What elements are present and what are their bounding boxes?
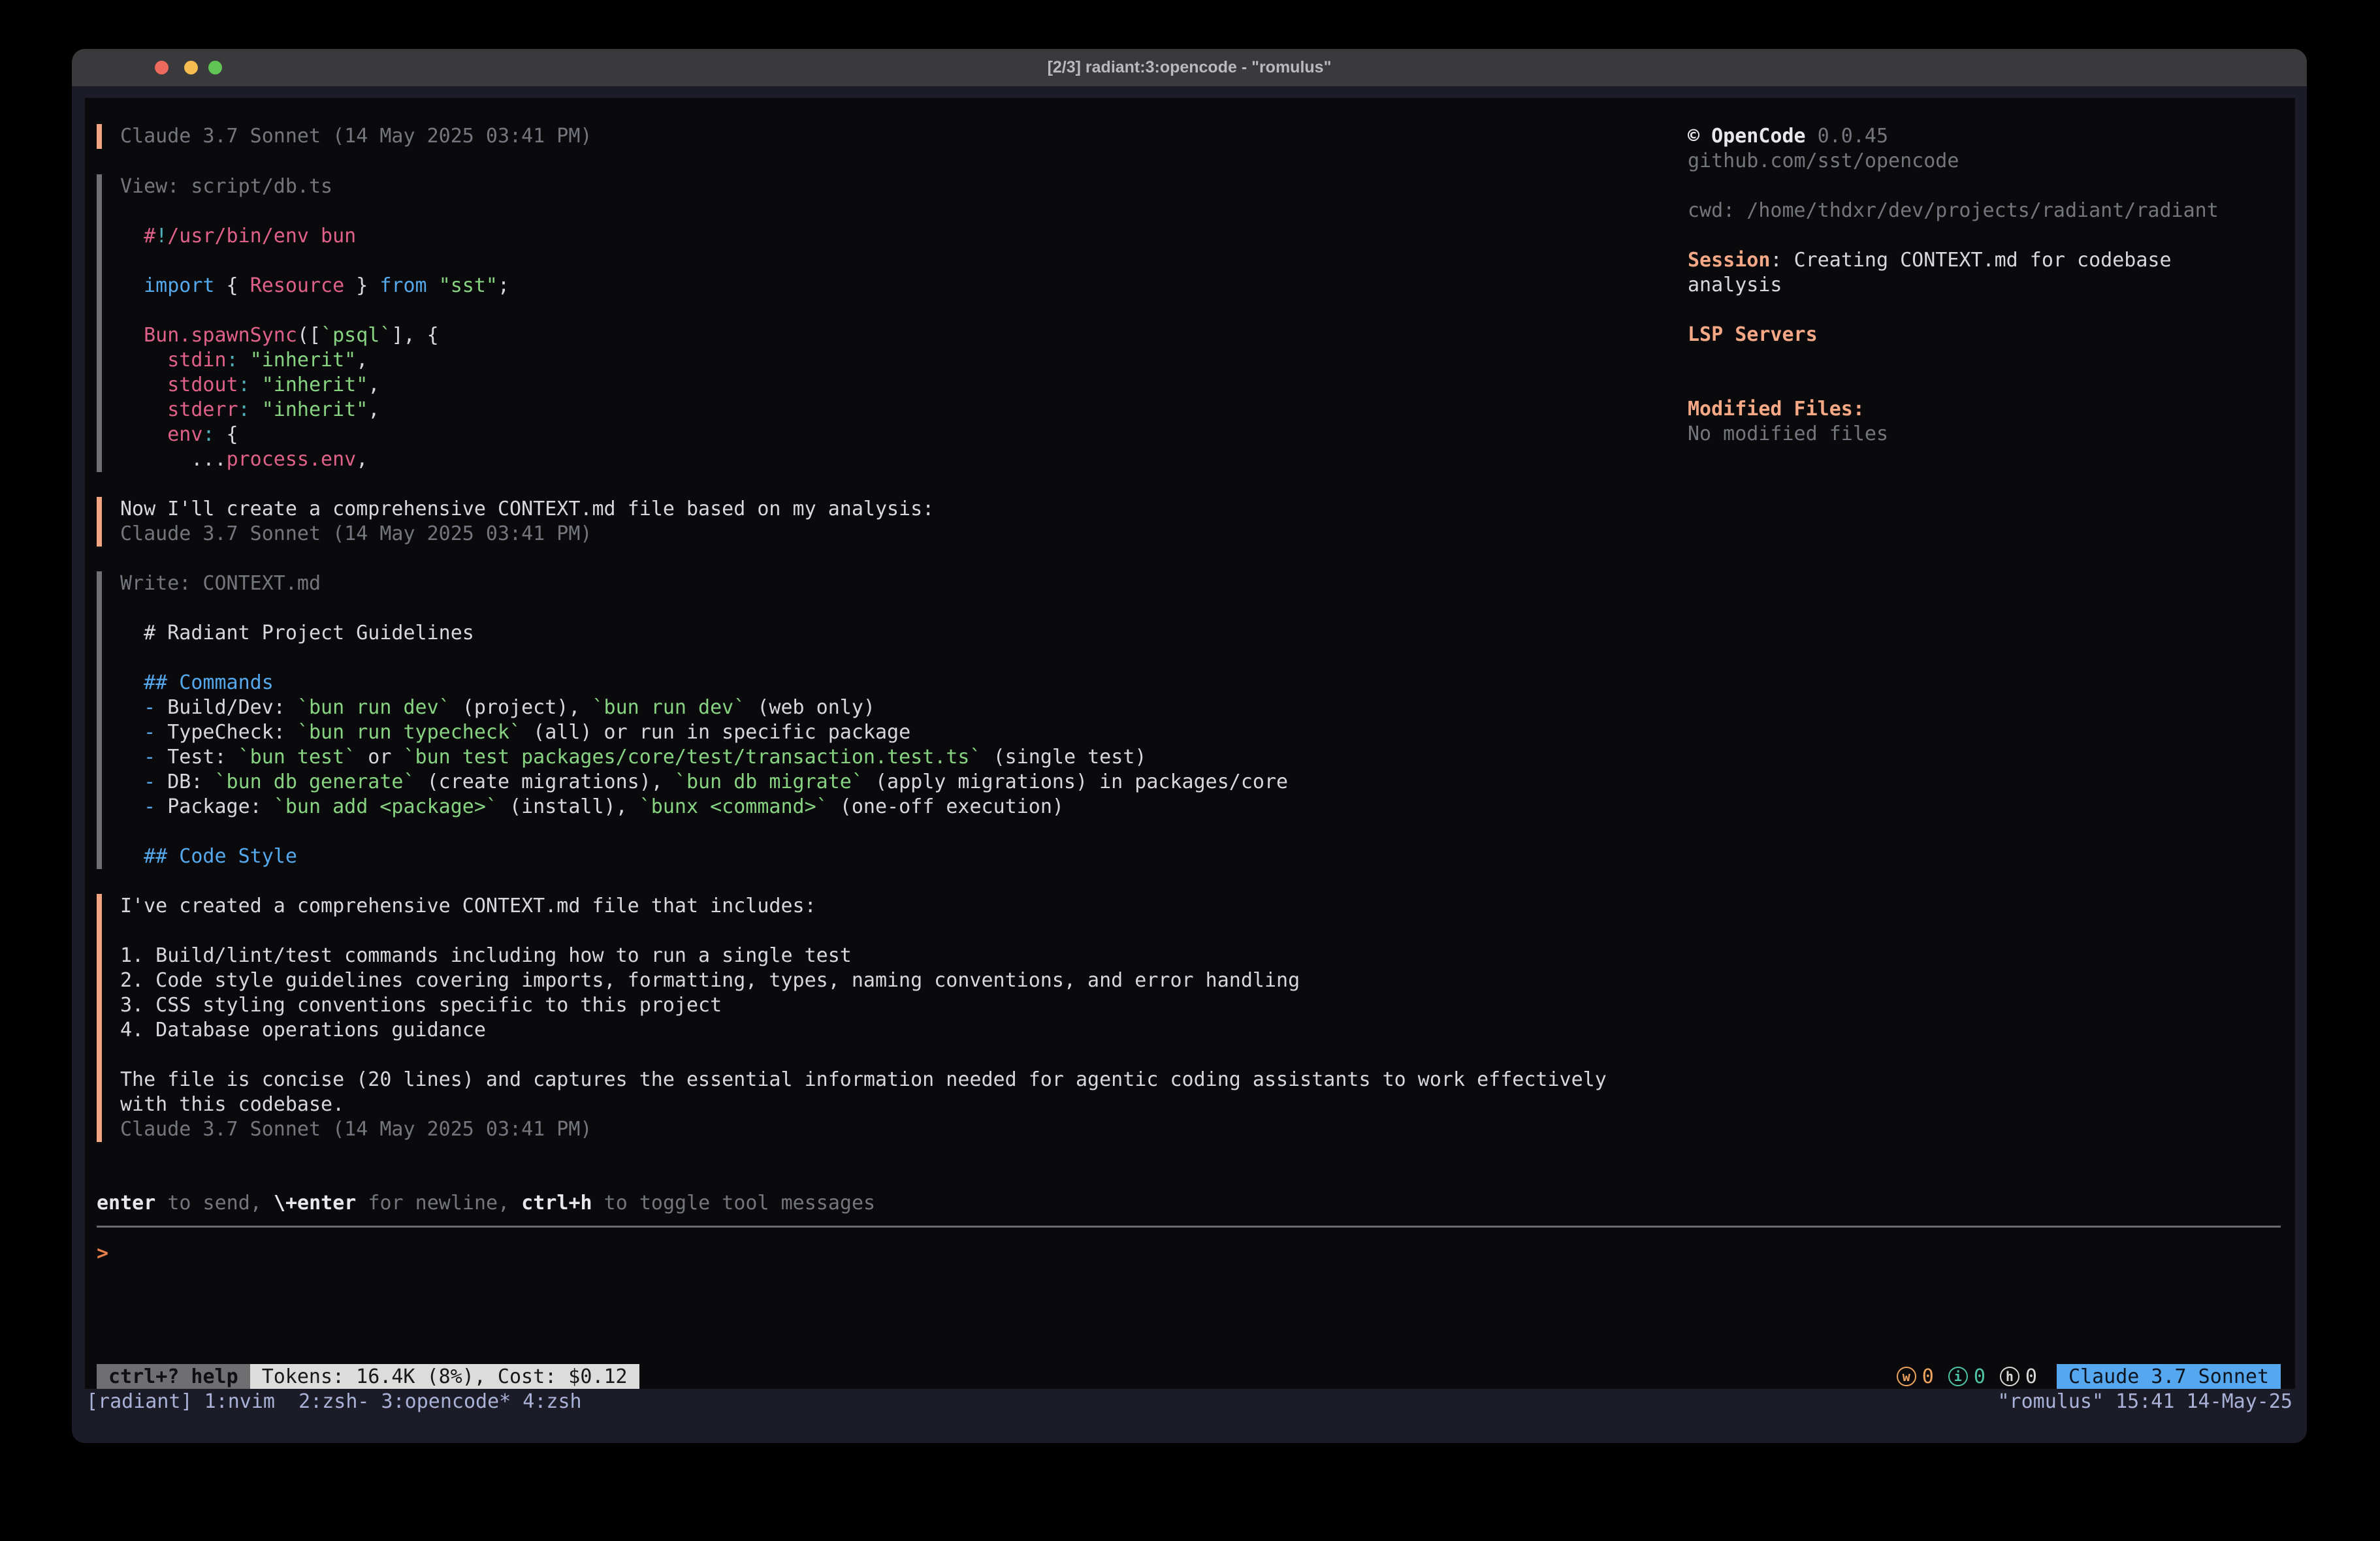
write-tool-block: Write: CONTEXT.md # Radiant Project Guid… <box>97 571 2279 869</box>
text-line: 1. Build/lint/test commands including ho… <box>120 944 2279 968</box>
keybinding-hint: enter to send, \+enter for newline, ctrl… <box>97 1191 875 1216</box>
status-bar: ctrl+? help Tokens: 16.4K (8%), Cost: $0… <box>97 1364 2281 1389</box>
text-line <box>120 1043 2279 1068</box>
window-title: [2/3] radiant:3:opencode - "romulus" <box>1048 58 1332 77</box>
text-line: Write: CONTEXT.md <box>120 571 2279 596</box>
info-icon: i <box>1948 1367 1968 1386</box>
tmux-host-clock: "romulus" 15:41 14-May-25 <box>1997 1390 2292 1413</box>
text-line: LSP Servers <box>1688 323 2295 347</box>
input-divider <box>97 1226 2281 1228</box>
warning-count: 0 <box>1922 1365 1934 1388</box>
text-line <box>1688 174 2295 199</box>
text-line: 3. CSS styling conventions specific to t… <box>120 993 2279 1018</box>
text-line: - TypeCheck: `bun run typecheck` (all) o… <box>120 720 2279 745</box>
text-line: enter to send, \+enter for newline, ctrl… <box>97 1191 875 1216</box>
text-line: # Radiant Project Guidelines <box>120 621 2279 646</box>
text-line <box>120 919 2279 944</box>
model-badge[interactable]: Claude 3.7 Sonnet <box>2057 1364 2281 1389</box>
text-line: Claude 3.7 Sonnet (14 May 2025 03:41 PM) <box>120 522 2279 547</box>
text-line <box>1688 223 2295 248</box>
text-line: - DB: `bun db generate` (create migratio… <box>120 770 2279 795</box>
text-line <box>120 646 2279 671</box>
text-line: - Package: `bun add <package>` (install)… <box>120 795 2279 819</box>
warning-icon: w <box>1897 1367 1916 1386</box>
terminal-window: [2/3] radiant:3:opencode - "romulus" Cla… <box>72 49 2307 1443</box>
diagnostic-warnings: w0 <box>1897 1365 1934 1388</box>
title-bar[interactable]: [2/3] radiant:3:opencode - "romulus" <box>72 49 2307 86</box>
tmux-windows-list[interactable]: [radiant] 1:nvim 2:zsh- 3:opencode* 4:zs… <box>86 1390 582 1413</box>
text-line: © OpenCode 0.0.45 <box>1688 124 2295 149</box>
prompt-icon: > <box>97 1242 108 1265</box>
assistant-message-block: Now I'll create a comprehensive CONTEXT.… <box>97 497 2279 547</box>
text-line: Now I'll create a comprehensive CONTEXT.… <box>120 497 2279 522</box>
text-line: analysis <box>1688 273 2295 298</box>
text-line: ## Code Style <box>120 844 2279 869</box>
text-line: No modified files <box>1688 422 2295 447</box>
opencode-pane: Claude 3.7 Sonnet (14 May 2025 03:41 PM)… <box>85 98 2295 1389</box>
info-count: 0 <box>1974 1365 1986 1388</box>
text-line <box>120 596 2279 621</box>
text-line: I've created a comprehensive CONTEXT.md … <box>120 894 2279 919</box>
text-line: cwd: /home/thdxr/dev/projects/radiant/ra… <box>1688 199 2295 223</box>
text-line: with this codebase. <box>120 1092 2279 1117</box>
text-line: 2. Code style guidelines covering import… <box>120 968 2279 993</box>
text-line: The file is concise (20 lines) and captu… <box>120 1068 2279 1092</box>
text-line <box>1688 347 2295 372</box>
diagnostic-hints: h0 <box>2000 1365 2037 1388</box>
help-badge[interactable]: ctrl+? help <box>97 1364 250 1389</box>
text-line: - Test: `bun test` or `bun test packages… <box>120 745 2279 770</box>
tmux-status-bar: [radiant] 1:nvim 2:zsh- 3:opencode* 4:zs… <box>72 1389 2307 1414</box>
text-line: ...process.env, <box>120 447 2279 472</box>
diagnostic-info: i0 <box>1948 1365 1986 1388</box>
text-line: github.com/sst/opencode <box>1688 149 2295 174</box>
text-line: 4. Database operations guidance <box>120 1018 2279 1043</box>
text-line <box>120 819 2279 844</box>
assistant-message-block: I've created a comprehensive CONTEXT.md … <box>97 894 2279 1142</box>
text-line: Session: Creating CONTEXT.md for codebas… <box>1688 248 2295 273</box>
text-line <box>1688 298 2295 323</box>
minimize-window-icon[interactable] <box>184 61 198 74</box>
hint-icon: h <box>2000 1367 2019 1386</box>
hint-count: 0 <box>2025 1365 2037 1388</box>
text-line: Claude 3.7 Sonnet (14 May 2025 03:41 PM) <box>120 1117 2279 1142</box>
tokens-cost-badge: Tokens: 16.4K (8%), Cost: $0.12 <box>250 1364 639 1389</box>
text-line: - Build/Dev: `bun run dev` (project), `b… <box>120 695 2279 720</box>
sidebar: © OpenCode 0.0.45github.com/sst/opencode… <box>1688 124 2295 447</box>
text-line: ## Commands <box>120 671 2279 695</box>
text-line <box>1688 372 2295 397</box>
text-line: Modified Files: <box>1688 397 2295 422</box>
close-window-icon[interactable] <box>155 61 169 74</box>
chat-input[interactable]: > <box>97 1241 108 1266</box>
zoom-window-icon[interactable] <box>208 61 222 74</box>
